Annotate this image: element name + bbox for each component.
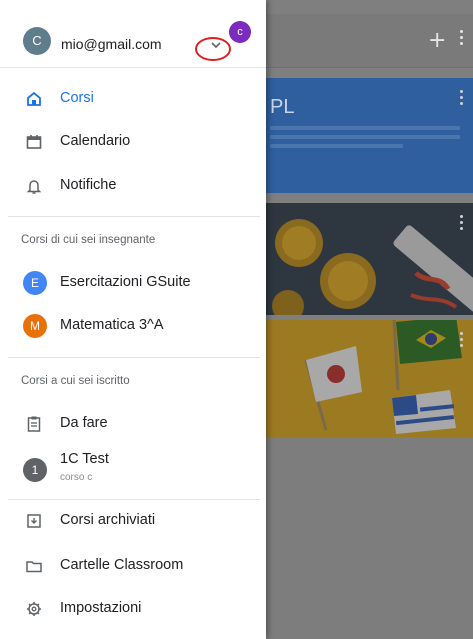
nav-item-label: Corsi [60,90,94,106]
nav-item-label: Da fare [60,415,108,431]
nav-item-notifiche[interactable]: Notifiche [0,166,266,206]
divider [8,499,260,500]
course-avatar: M [23,314,47,338]
more-options-icon[interactable] [460,30,464,48]
course-item-esercitazioni[interactable]: E Esercitazioni GSuite [0,263,266,303]
empty-area [266,437,473,639]
divider [8,216,260,217]
nav-item-calendario[interactable]: Calendario [0,122,266,162]
nav-item-label: Notifiche [60,177,117,193]
nav-item-corsi-archiviati[interactable]: Corsi archiviati [0,501,266,541]
add-icon[interactable]: + [428,28,446,53]
card-more-icon[interactable] [460,215,463,233]
nav-item-cartelle-classroom[interactable]: Cartelle Classroom [0,546,266,586]
nav-item-label: Cartelle Classroom [60,557,184,573]
clipboard-icon [27,416,41,432]
secondary-account-avatar[interactable]: c [229,21,251,43]
navigation-drawer: C mio@gmail.com c Corsi Calendario Notif… [0,0,266,639]
bell-icon [26,180,42,194]
account-header[interactable]: C mio@gmail.com c [0,0,266,68]
nav-item-corsi[interactable]: Corsi [0,79,266,119]
course-section: corso c [60,472,93,483]
course-item-1c-test[interactable]: 1 1C Test corso c [0,448,266,494]
class-card-text [270,126,460,153]
course-avatar: 1 [23,458,47,482]
calendar-icon [26,135,42,149]
course-name: Matematica 3^A [60,317,164,333]
nav-item-label: Corsi archiviati [60,512,156,528]
nav-item-label: Calendario [60,133,131,149]
coins-diploma-banner-image [266,203,473,315]
course-name: 1C Test [60,451,109,467]
annotation-circle [195,37,231,61]
section-header-teaching: Corsi di cui sei insegnante [21,234,156,246]
section-header-enrolled: Corsi a cui sei iscritto [21,375,130,387]
gear-icon [27,602,41,616]
class-card[interactable]: PL [266,78,473,193]
nav-item-impostazioni[interactable]: Impostazioni [0,589,266,629]
course-name: Esercitazioni GSuite [60,274,191,290]
nav-item-da-fare[interactable]: Da fare [0,404,266,444]
class-card[interactable] [266,203,473,315]
course-item-matematica[interactable]: M Matematica 3^A [0,306,266,346]
folder-icon [26,561,42,573]
avatar: C [23,27,51,55]
archive-icon [27,514,41,528]
flags-banner-image [266,320,473,437]
account-email: mio@gmail.com [61,36,162,52]
course-avatar: E [23,271,47,295]
card-more-icon[interactable] [460,332,463,350]
class-card[interactable] [266,320,473,437]
home-icon [27,91,41,106]
class-card-title: PL [270,96,295,118]
divider [8,357,260,358]
nav-item-label: Impostazioni [60,600,142,616]
card-more-icon[interactable] [460,90,463,108]
